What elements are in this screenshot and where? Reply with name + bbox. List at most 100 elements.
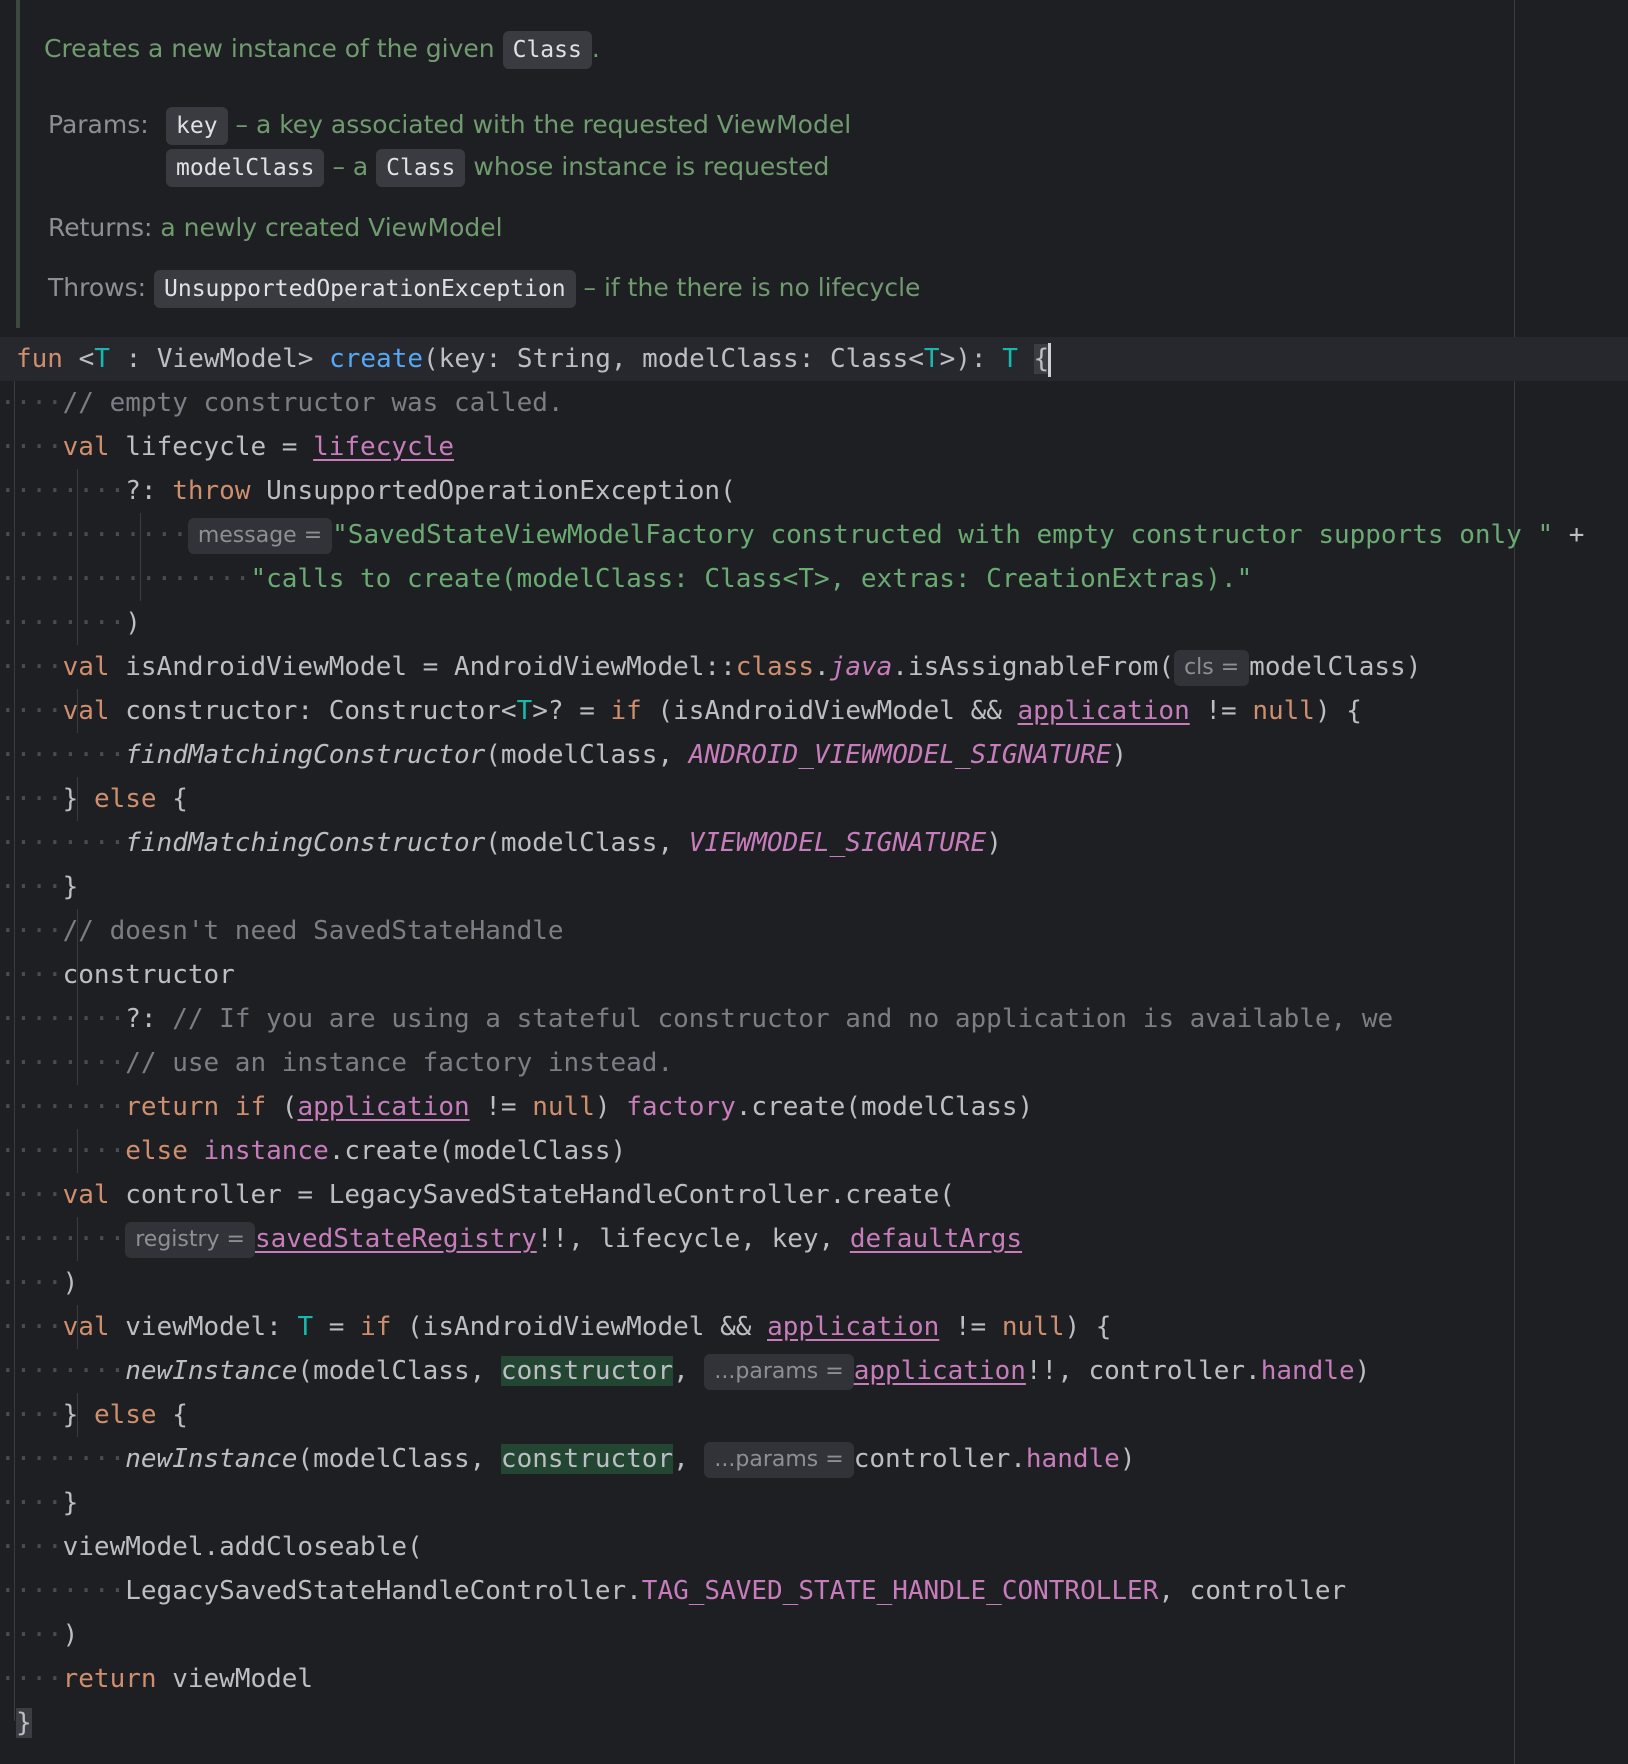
code-line[interactable]: ········LegacySavedStateHandleController… xyxy=(0,1569,1628,1613)
property-savedstateregistry[interactable]: savedStateRegistry xyxy=(255,1224,537,1254)
kw-val: val xyxy=(62,432,110,462)
code-line[interactable]: } xyxy=(0,1701,1628,1745)
code-text: (modelClass, xyxy=(297,1356,501,1386)
code-text: != xyxy=(939,1312,1002,1342)
whitespace-dots: ···· xyxy=(0,432,63,462)
code-line[interactable]: ····viewModel.addCloseable( xyxy=(0,1525,1628,1569)
code-text: constructor xyxy=(62,960,235,990)
code-line[interactable]: ················"calls to create(modelCl… xyxy=(0,557,1628,601)
code-text: , xyxy=(673,1356,689,1386)
whitespace-dots: ········ xyxy=(0,1004,126,1034)
code-line[interactable]: ····} xyxy=(0,865,1628,909)
doc-returns-desc: a newly created ViewModel xyxy=(160,213,503,242)
code-text: ) { xyxy=(1064,1312,1112,1342)
doc-summary: Creates a new instance of the given Clas… xyxy=(44,28,600,70)
code-text: .create(modelClass) xyxy=(735,1092,1034,1122)
property-defaultargs[interactable]: defaultArgs xyxy=(850,1224,1022,1254)
function-call-findmatchingconstructor: findMatchingConstructor xyxy=(125,828,486,858)
code-line[interactable]: ········) xyxy=(0,601,1628,645)
code-line[interactable]: ············ message = "SavedStateViewMode… xyxy=(0,513,1628,557)
doc-param-modelclass-name: modelClass xyxy=(166,149,325,187)
code-line[interactable]: ····) xyxy=(0,1613,1628,1657)
comment: // empty constructor was called. xyxy=(62,388,564,418)
whitespace-dots: ········ xyxy=(0,1048,126,1078)
kw-null: null xyxy=(1252,696,1315,726)
code-text: (modelClass, xyxy=(485,740,689,770)
code-line[interactable]: ········// use an instance factory inste… xyxy=(0,1041,1628,1085)
code-line[interactable]: ········newInstance(modelClass, construc… xyxy=(0,1349,1628,1393)
code-line[interactable]: ····} else { xyxy=(0,777,1628,821)
matched-brace-open: { xyxy=(1033,344,1050,374)
type-param-t: T xyxy=(297,1312,314,1342)
code-text: } xyxy=(62,784,94,814)
whitespace-dots: ········ xyxy=(0,608,126,638)
property-handle: handle xyxy=(1260,1356,1355,1386)
code-line[interactable]: ········findMatchingConstructor(modelCla… xyxy=(0,821,1628,865)
comment: // If you are using a stateful construct… xyxy=(172,1004,1394,1034)
code-line[interactable]: ····} else { xyxy=(0,1393,1628,1437)
property-application[interactable]: application xyxy=(297,1092,469,1122)
property-application[interactable]: application xyxy=(1018,696,1190,726)
code-text: ?: xyxy=(125,476,173,506)
code-line[interactable]: ········?: // If you are using a statefu… xyxy=(0,997,1628,1041)
code-text: ) xyxy=(594,1092,627,1122)
doc-param-modelclass-mid: – a xyxy=(332,152,369,181)
function-call-newinstance: newInstance xyxy=(125,1444,298,1474)
kw-val: val xyxy=(62,652,110,682)
code-line[interactable]: ····// empty constructor was called. xyxy=(0,381,1628,425)
matched-brace-close: } xyxy=(16,1708,32,1738)
property-instance: instance xyxy=(203,1136,329,1166)
code-line[interactable]: ····val controller = LegacySavedStateHan… xyxy=(0,1173,1628,1217)
highlighted-usage-constructor: constructor xyxy=(500,1444,674,1474)
code-line[interactable]: ········else instance.create(modelClass) xyxy=(0,1129,1628,1173)
kw-val: val xyxy=(62,1180,110,1210)
code-text: (modelClass, xyxy=(297,1444,501,1474)
code-text: , controller xyxy=(1158,1576,1347,1606)
code-line[interactable]: ········newInstance(modelClass, construc… xyxy=(0,1437,1628,1481)
code-text: != xyxy=(469,1092,533,1122)
code-line[interactable]: ····) xyxy=(0,1261,1628,1305)
whitespace-dots: ········ xyxy=(0,1576,126,1606)
text-caret xyxy=(1048,342,1052,377)
code-line[interactable]: ····val viewModel: T = if (isAndroidView… xyxy=(0,1305,1628,1349)
code-line[interactable]: ····// doesn't need SavedStateHandle xyxy=(0,909,1628,953)
comment: // doesn't need SavedStateHandle xyxy=(62,916,564,946)
property-application[interactable]: application xyxy=(854,1356,1026,1386)
code-text: controller = LegacySavedStateHandleContr… xyxy=(109,1180,955,1210)
code-line[interactable]: ········return if (application != null) … xyxy=(0,1085,1628,1129)
inlay-hint-params: ...params = xyxy=(704,1353,854,1390)
code-text: modelClass) xyxy=(1249,652,1422,682)
code-line[interactable]: ····val isAndroidViewModel = AndroidView… xyxy=(0,645,1628,689)
doc-returns: Returns: a newly created ViewModel xyxy=(48,207,503,249)
whitespace-dots: ···· xyxy=(0,1312,63,1342)
code-line[interactable]: ····return viewModel xyxy=(0,1657,1628,1701)
constant-viewmodel-signature: VIEWMODEL_SIGNATURE xyxy=(688,828,987,858)
code-text: controller. xyxy=(853,1444,1026,1474)
code-line-signature[interactable]: fun <T : ViewModel> create(key: String, … xyxy=(0,337,1628,381)
code-text: ( xyxy=(266,1092,298,1122)
code-text: ) xyxy=(1111,740,1128,770)
whitespace-dots: ················ xyxy=(0,564,251,594)
string-literal: "calls to create(modelClass: Class<T>, e… xyxy=(250,564,1253,594)
doc-param-modelclass-desc: whose instance is requested xyxy=(473,152,830,181)
code-text: ) { xyxy=(1314,696,1362,726)
code-line[interactable]: ········?: throw UnsupportedOperationExc… xyxy=(0,469,1628,513)
kw-else: else xyxy=(93,784,157,814)
code-line[interactable]: ····val lifecycle = lifecycle xyxy=(0,425,1628,469)
code-text: UnsupportedOperationException( xyxy=(250,476,736,506)
code-text: viewModel: xyxy=(109,1312,298,1342)
whitespace-dots: ········ xyxy=(0,1356,126,1386)
kw-null: null xyxy=(1001,1312,1065,1342)
code-line[interactable]: ········findMatchingConstructor(modelCla… xyxy=(0,733,1628,777)
doc-throws: Throws: UnsupportedOperationException – … xyxy=(48,267,920,309)
code-text: (key: String, modelClass: Class< xyxy=(423,344,924,374)
code-text: LegacySavedStateHandleController. xyxy=(125,1576,642,1606)
code-line[interactable]: ····constructor xyxy=(0,953,1628,997)
property-application[interactable]: application xyxy=(767,1312,939,1342)
property-lifecycle[interactable]: lifecycle xyxy=(313,432,454,462)
code-line[interactable]: ····} xyxy=(0,1481,1628,1525)
code-text: . xyxy=(814,652,830,682)
code-line[interactable]: ········ registry = savedStateRegistry!!, … xyxy=(0,1217,1628,1261)
code-text: ) xyxy=(125,608,141,638)
code-line[interactable]: ····val constructor: Constructor<T>? = i… xyxy=(0,689,1628,733)
